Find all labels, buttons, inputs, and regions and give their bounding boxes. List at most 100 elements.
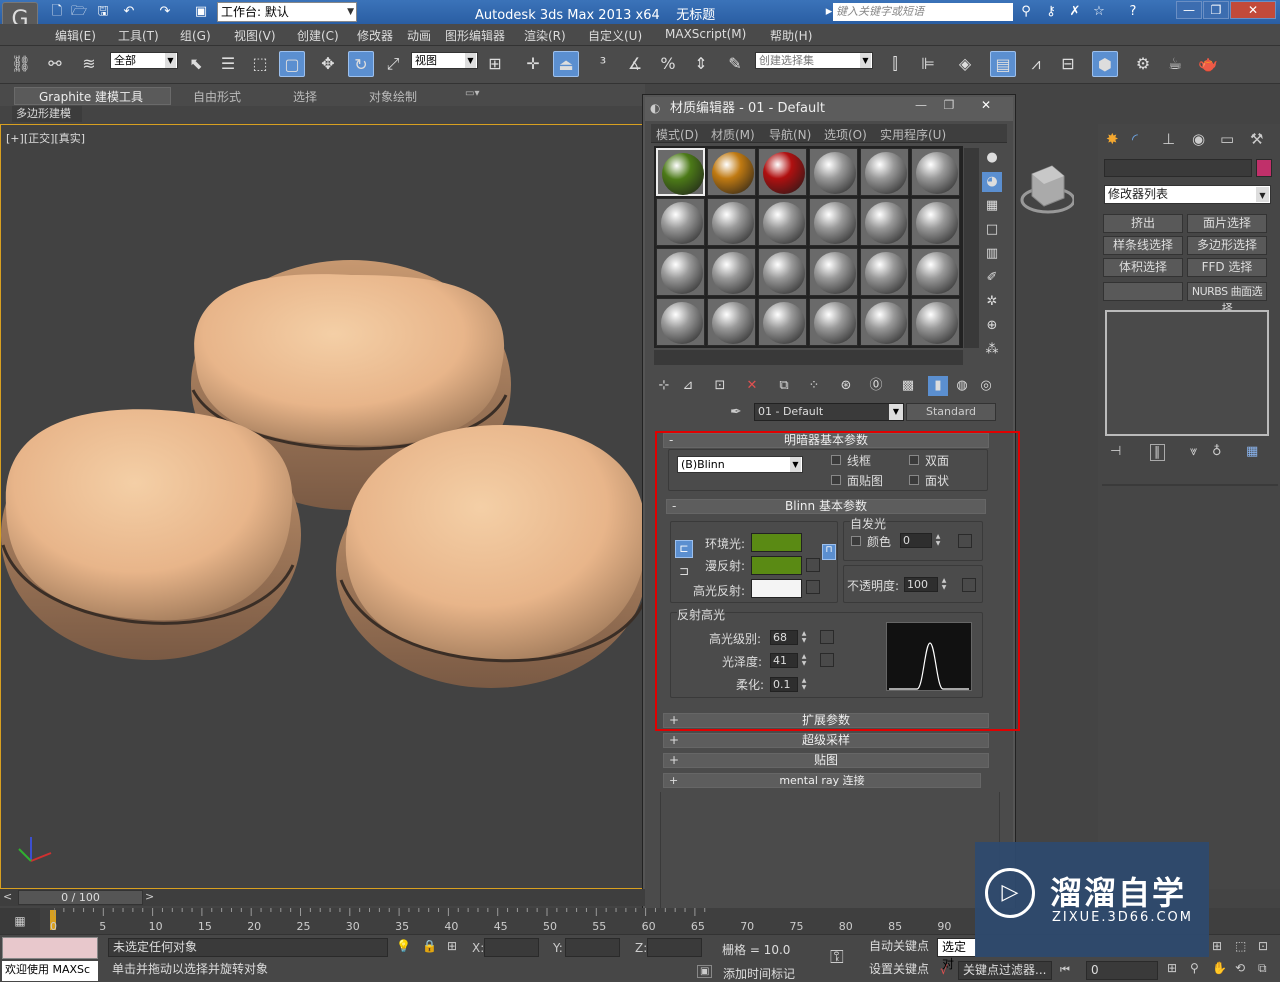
key-mode-icon[interactable]: √ <box>940 963 948 977</box>
get-material-icon[interactable]: ⊹ <box>654 376 674 396</box>
vol-select-button[interactable]: 体积选择 <box>1103 258 1183 277</box>
object-name-field[interactable] <box>1104 159 1252 177</box>
material-type-button[interactable]: Standard <box>906 403 996 421</box>
mental-ray-connection-header[interactable]: + mental ray 连接 <box>663 773 981 788</box>
render-setup-icon[interactable]: ⚙ <box>1130 51 1156 77</box>
pin-stack-icon[interactable]: ⊣ <box>1110 444 1121 459</box>
menu-edit[interactable]: 编辑(E) <box>55 27 96 44</box>
select-object-icon[interactable]: ⬉ <box>183 51 209 77</box>
schematic-view-icon[interactable]: ⊟ <box>1055 51 1081 77</box>
new-file-icon[interactable]: 🗋 <box>48 3 66 21</box>
modify-tab-icon[interactable]: ◜ <box>1132 130 1138 148</box>
sample-slot[interactable] <box>809 298 858 346</box>
go-to-start-icon[interactable]: ⏮ <box>1060 963 1070 977</box>
help-icon[interactable]: ? <box>1124 3 1142 21</box>
sample-slot[interactable] <box>707 148 756 196</box>
curve-editor-icon[interactable]: ⩘ <box>1023 51 1049 77</box>
sample-uv-tiling-icon[interactable]: □ <box>982 220 1002 240</box>
sample-slot[interactable] <box>707 298 756 346</box>
y-coord-field[interactable] <box>565 938 620 957</box>
video-color-check-icon[interactable]: ▥ <box>982 244 1002 264</box>
set-key-button[interactable]: 设置关键点 <box>865 961 935 980</box>
eyedropper-icon[interactable]: ✒ <box>730 404 742 420</box>
viewport-shading-menu[interactable]: [真实] <box>54 132 85 145</box>
sample-slot[interactable] <box>911 148 960 196</box>
key-filters-button[interactable]: 关键点过滤器... <box>958 961 1052 980</box>
menu-maxscript[interactable]: MAXScript(M) <box>665 27 746 41</box>
go-to-parent-icon[interactable]: ◍ <box>952 376 972 396</box>
modifier-list-dropdown[interactable]: 修改器列表 ▼ <box>1104 185 1271 204</box>
minimize-button[interactable]: — <box>1176 1 1202 19</box>
maximize-viewport-icon[interactable]: ⧉ <box>1258 961 1267 976</box>
sample-slot[interactable] <box>809 198 858 246</box>
spinner-snap-icon[interactable]: ⇕ <box>688 51 714 77</box>
make-unique-icon[interactable]: ⩔ <box>1190 444 1197 459</box>
menu-rendering[interactable]: 渲染(R) <box>524 27 566 44</box>
select-rotate-icon[interactable]: ↻ <box>348 51 374 77</box>
sample-slot[interactable] <box>758 298 807 346</box>
ref-coord-dropdown[interactable]: 视图 ▼ <box>411 52 478 69</box>
patch-select-button[interactable]: 面片选择 <box>1187 214 1267 233</box>
menu-tools[interactable]: 工具(T) <box>118 27 159 44</box>
key-icon[interactable]: ⚷ <box>1042 3 1060 21</box>
go-forward-to-sibling-icon[interactable]: ◎ <box>976 376 996 396</box>
viewcube[interactable] <box>1018 160 1076 215</box>
selection-lock-icon[interactable]: 🔒 <box>422 939 437 953</box>
time-tag-icon[interactable]: ▣ <box>697 965 713 978</box>
sample-slot[interactable] <box>707 198 756 246</box>
configure-modifier-sets-icon[interactable]: ▦ <box>1246 444 1258 459</box>
sample-slot[interactable] <box>860 198 909 246</box>
maps-header[interactable]: + 贴图 <box>663 753 989 768</box>
named-selection-sets-dropdown[interactable]: 创建选择集 ▼ <box>755 52 873 69</box>
x-coord-field[interactable] <box>484 938 539 957</box>
select-by-material-icon[interactable]: ⊕ <box>982 316 1002 336</box>
sample-slot[interactable] <box>860 248 909 296</box>
slots-vertical-scrollbar[interactable] <box>964 148 979 348</box>
percent-snap-icon[interactable]: % <box>655 51 681 77</box>
perspective-viewport[interactable] <box>0 124 646 889</box>
ribbon-tab-object-paint[interactable]: 对象绘制 <box>369 88 417 105</box>
reset-map-icon[interactable]: ✕ <box>742 376 762 396</box>
menu-help[interactable]: 帮助(H) <box>770 27 812 44</box>
material-map-navigator-icon[interactable]: ⁂ <box>982 340 1002 360</box>
z-coord-field[interactable] <box>647 938 702 957</box>
binoculars-icon[interactable]: ⚲ <box>1017 3 1035 21</box>
zoom-extents-all-icon[interactable]: ⊡ <box>1258 939 1268 953</box>
remove-modifier-icon[interactable]: ♁ <box>1212 444 1222 459</box>
prev-frame-arrow-icon[interactable]: < <box>3 890 12 903</box>
sample-slot[interactable] <box>758 248 807 296</box>
menu-group[interactable]: 组(G) <box>180 27 211 44</box>
material-name-field[interactable]: 01 - Default ▼ <box>754 403 904 421</box>
sample-slot[interactable] <box>860 298 909 346</box>
snaps-toggle-icon[interactable]: ³ <box>590 51 616 77</box>
close-button[interactable]: ✕ <box>1230 1 1276 19</box>
current-frame-field[interactable]: 0 <box>1086 961 1158 980</box>
me-menu-mode[interactable]: 模式(D) <box>656 126 699 143</box>
put-to-library-icon[interactable]: ⊛ <box>836 376 856 396</box>
save-icon[interactable]: 🖫 <box>94 3 112 21</box>
sample-slot[interactable] <box>911 298 960 346</box>
motion-tab-icon[interactable]: ◉ <box>1192 130 1205 148</box>
selection-filter-dropdown[interactable]: 全部 ▼ <box>110 52 178 69</box>
rect-selection-icon[interactable]: ⬚ <box>247 51 273 77</box>
viewport-view-menu[interactable]: [正交] <box>24 132 55 145</box>
sample-slot[interactable] <box>758 148 807 196</box>
sample-slot[interactable] <box>911 198 960 246</box>
undo-icon[interactable]: ↶ <box>120 3 138 21</box>
polygon-modeling-tab[interactable]: 多边形建模 <box>12 106 82 122</box>
workspace-dropdown[interactable]: 工作台: 默认 ▼ <box>217 2 357 22</box>
menu-views[interactable]: 视图(V) <box>234 27 276 44</box>
auto-key-button[interactable]: 自动关键点 <box>865 938 935 957</box>
background-icon[interactable]: ▦ <box>982 196 1002 216</box>
poly-select-button[interactable]: 多边形选择 <box>1187 236 1267 255</box>
display-tab-icon[interactable]: ▭ <box>1220 130 1234 148</box>
keyboard-shortcut-override-icon[interactable]: ⏏ <box>553 51 579 77</box>
ribbon-tab-selection[interactable]: 选择 <box>293 88 317 105</box>
assign-to-selection-icon[interactable]: ⊡ <box>710 376 730 396</box>
rendered-frame-window-icon[interactable]: ☕ <box>1162 51 1188 77</box>
sample-slot[interactable] <box>656 148 705 196</box>
select-move-icon[interactable]: ✥ <box>315 51 341 77</box>
menu-graph-editors[interactable]: 图形编辑器 <box>445 27 505 44</box>
select-by-name-icon[interactable]: ☰ <box>215 51 241 77</box>
maxscript-listener-mini[interactable] <box>2 937 98 959</box>
